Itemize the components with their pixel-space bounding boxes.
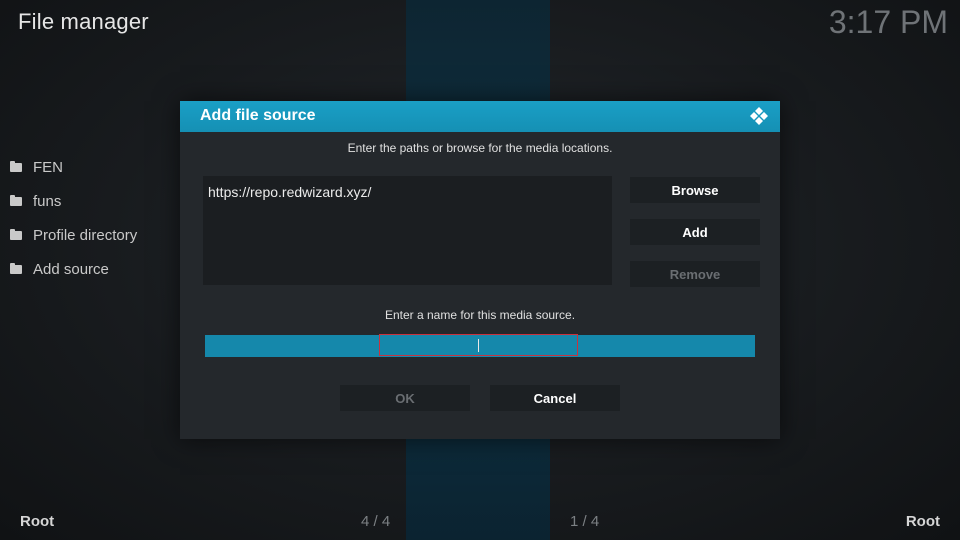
cancel-button[interactable]: Cancel [490,385,620,411]
ok-button[interactable]: OK [340,385,470,411]
text-caret [478,338,479,352]
folder-icon [10,228,22,240]
source-list: FEN funs Profile directory Add source [10,150,137,286]
add-file-source-dialog: Add file source Enter the paths or brows… [180,101,780,439]
source-item-profile-directory[interactable]: Profile directory [10,218,137,252]
folder-icon [10,160,22,172]
footer-count-left: 4 / 4 [361,513,391,530]
footer-count-right: 1 / 4 [570,513,600,530]
dialog-header: Add file source [180,101,780,132]
source-name-input[interactable] [379,334,578,356]
footer-root-left: Root [20,513,55,530]
app-title: File manager [18,9,149,34]
folder-icon [10,262,22,274]
source-item-funs[interactable]: funs [10,184,137,218]
source-item-fen[interactable]: FEN [10,150,137,184]
clock: 3:17 PM [828,4,948,40]
path-item[interactable]: https://repo.redwizard.xyz/ [208,184,371,200]
name-field-bar [205,334,755,357]
source-item-label: Add source [33,260,109,278]
footer-root-right: Root [905,513,940,530]
kodi-logo-icon [750,107,768,125]
source-item-label: Profile directory [33,226,138,244]
source-item-label: funs [33,192,62,210]
paths-instruction: Enter the paths or browse for the media … [347,141,613,155]
add-button[interactable]: Add [630,219,760,245]
folder-icon [10,194,22,206]
source-item-label: FEN [33,158,63,176]
source-item-add-source[interactable]: Add source [10,252,137,286]
paths-list[interactable]: https://repo.redwizard.xyz/ [203,176,612,285]
remove-button[interactable]: Remove [630,261,760,287]
browse-button[interactable]: Browse [630,177,760,203]
name-instruction: Enter a name for this media source. [384,308,576,322]
dialog-title: Add file source [200,107,316,124]
